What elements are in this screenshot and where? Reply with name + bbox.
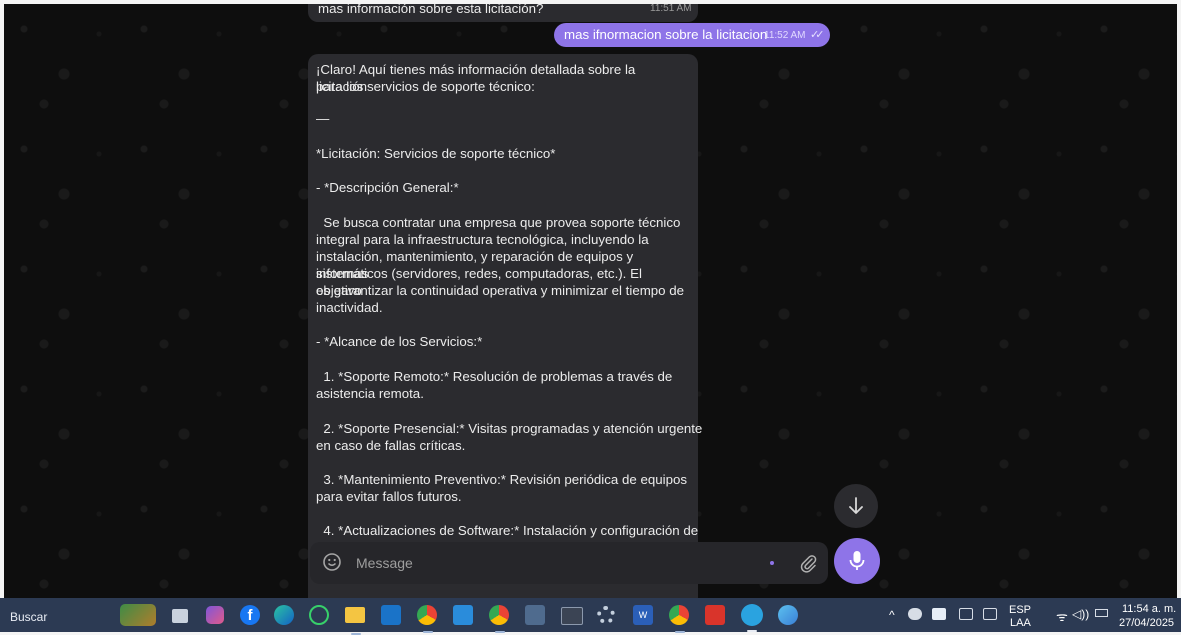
- settings-icon[interactable]: [597, 606, 615, 624]
- windows-taskbar: Buscar f W ^ ESP LAA ᯤ ◁)) 11:54 a. m. 2…: [0, 598, 1181, 635]
- message-line: 3. *Mantenimiento Preventivo:* Revisión …: [316, 472, 688, 487]
- arrow-down-icon: [849, 497, 863, 514]
- show-hidden-icons[interactable]: ^: [889, 608, 895, 622]
- paperclip-icon[interactable]: [798, 553, 818, 573]
- app-icon[interactable]: [525, 605, 545, 625]
- facebook-icon[interactable]: f: [240, 605, 260, 625]
- language-indicator[interactable]: ESP: [1009, 604, 1031, 616]
- message-line: asistencia remota.: [316, 386, 424, 401]
- microphone-icon: [849, 551, 865, 570]
- scroll-down-button[interactable]: [834, 484, 878, 528]
- message-input[interactable]: Message: [356, 555, 413, 571]
- message-line: 2. *Soporte Presencial:* Visitas program…: [316, 421, 703, 436]
- message-line: para evitar fallos futuros.: [316, 489, 462, 504]
- previous-message: mas información sobre esta licitación? 1…: [308, 4, 698, 22]
- message-line: —: [316, 111, 330, 126]
- acrobat-icon[interactable]: [705, 605, 725, 625]
- outgoing-message[interactable]: mas ifnormacion sobre la licitacion 11:5…: [554, 23, 830, 47]
- app-icon[interactable]: [206, 606, 224, 624]
- terminal-icon[interactable]: [561, 607, 583, 625]
- volume-icon[interactable]: ◁)): [1072, 607, 1089, 621]
- outgoing-message-text: mas ifnormacion sobre la licitacion: [564, 27, 768, 42]
- message-line: en caso de fallas críticas.: [316, 438, 466, 453]
- cloud-icon[interactable]: [908, 608, 922, 620]
- outgoing-message-time: 11:52 AM: [764, 30, 806, 41]
- previous-message-time: 11:51 AM: [650, 4, 692, 14]
- chrome-icon[interactable]: [417, 605, 437, 633]
- chrome-profile-icon[interactable]: [489, 605, 509, 633]
- message-line: - *Alcance de los Servicios:*: [316, 334, 483, 349]
- message-composer: Message: [310, 542, 828, 584]
- voice-record-button[interactable]: [834, 538, 880, 584]
- message-line: 1. *Soporte Remoto:* Resolución de probl…: [316, 369, 673, 384]
- app-tray-icon[interactable]: [932, 608, 946, 620]
- battery-icon[interactable]: [1095, 609, 1108, 617]
- read-checkmarks-icon: ✓✓: [810, 29, 825, 41]
- outlook-icon[interactable]: [381, 605, 401, 625]
- incoming-message[interactable]: ¡Claro! Aquí tienes más información deta…: [308, 54, 703, 598]
- taskbar-search[interactable]: Buscar: [10, 610, 47, 624]
- message-line: es garantizar la continuidad operativa y…: [316, 283, 685, 298]
- message-line: inactividad.: [316, 300, 383, 315]
- app-icon[interactable]: [778, 605, 798, 625]
- vscode-icon[interactable]: [453, 605, 473, 625]
- telegram-icon[interactable]: [741, 604, 763, 632]
- message-line: 4. *Actualizaciones de Software:* Instal…: [316, 523, 699, 538]
- message-line: Se busca contratar una empresa que prove…: [316, 215, 681, 230]
- message-line: - *Descripción General:*: [316, 180, 459, 195]
- task-view-icon[interactable]: [172, 609, 188, 623]
- telegram-chat-window: mas información sobre esta licitación? 1…: [4, 4, 1177, 598]
- edge-icon[interactable]: [274, 605, 294, 625]
- previous-message-text: mas información sobre esta licitación?: [318, 4, 544, 16]
- chrome-profile-icon[interactable]: [669, 605, 689, 633]
- widgets-icon[interactable]: [120, 604, 156, 626]
- clock-date[interactable]: 27/04/2025: [1119, 617, 1174, 629]
- word-icon[interactable]: W: [633, 605, 653, 625]
- indicator-dot: [770, 561, 774, 565]
- language-indicator-sub: LAA: [1010, 617, 1031, 629]
- keyboard-icon[interactable]: [959, 608, 973, 620]
- wifi-icon[interactable]: ᯤ: [1056, 607, 1068, 625]
- clock-time[interactable]: 11:54 a. m.: [1122, 603, 1176, 615]
- monitor-icon[interactable]: [983, 608, 997, 620]
- message-line: para los servicios de soporte técnico:: [316, 79, 535, 94]
- message-line: *Licitación: Servicios de soporte técnic…: [316, 146, 556, 161]
- whatsapp-icon[interactable]: [309, 605, 329, 625]
- message-line: integral para la infraestructura tecnoló…: [316, 232, 649, 247]
- file-explorer-icon[interactable]: [345, 607, 365, 635]
- smiley-icon[interactable]: [322, 552, 342, 572]
